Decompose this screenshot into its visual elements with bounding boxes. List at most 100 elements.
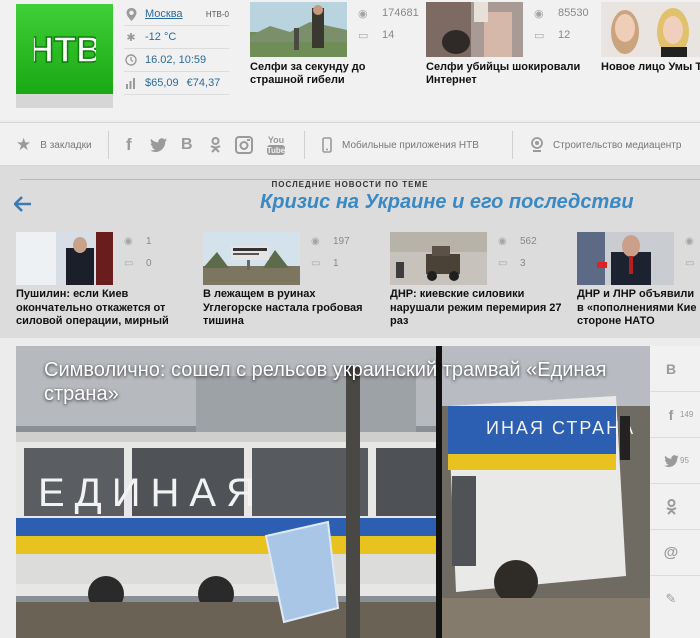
odnoklassniki-link[interactable]: [210, 123, 221, 167]
city-link[interactable]: Москва: [145, 8, 206, 20]
news-title-link[interactable]: ДНР: киевские силовики нарушали режим пе…: [390, 288, 562, 329]
comment-icon: ▭: [498, 257, 508, 269]
featured-story[interactable]: ЕДИНАЯ ИНАЯ СТРАНА Символично: сошел с р…: [16, 346, 650, 638]
ntv-logo[interactable]: НТВ: [16, 4, 113, 94]
comments-count: 3: [520, 257, 526, 269]
location-icon: [124, 7, 138, 21]
eye-icon: ◉: [311, 235, 320, 247]
news-title-link[interactable]: Пушилин: если Киев окончательно откажетс…: [16, 288, 188, 329]
vk-icon: В: [665, 360, 677, 377]
news-thumbnail[interactable]: [390, 232, 487, 285]
share-twitter-button[interactable]: 95: [650, 438, 700, 484]
comments-count: 12: [558, 29, 571, 41]
section-label: ПОСЛЕДНИЕ НОВОСТИ ПО ТЕМЕ: [0, 174, 700, 192]
info-panel: Москва НТВ-0 ✱ -12 °C 16.02, 10:59 $65,0…: [124, 3, 229, 95]
snowflake-icon: ✱: [126, 31, 136, 44]
comment-icon: ▭: [124, 257, 134, 269]
views-count: 562: [520, 235, 537, 247]
media-center-link[interactable]: Строительство медиацентр: [530, 123, 700, 167]
news-thumbnail[interactable]: [577, 232, 674, 285]
bookmarks-label: В закладки: [40, 139, 92, 151]
comment-icon: ▭: [311, 257, 321, 269]
eye-icon: ◉: [124, 235, 133, 247]
news-stats: ◉ 1 ▭ 0: [124, 230, 152, 274]
tram-lettering: ЕДИНАЯ: [38, 471, 265, 515]
news-stats: ◉ 174681 ▭ 14: [358, 2, 419, 46]
divider: [304, 131, 305, 159]
divider: [108, 131, 109, 159]
usd-rate: $65,09: [145, 77, 179, 89]
currency-row: $65,09 €74,37: [124, 72, 229, 95]
youtube-link[interactable]: You Tube: [266, 123, 286, 167]
twitter-icon: [650, 454, 680, 467]
share-sidebar: В f 149 95 @ ✎: [650, 346, 700, 638]
pin-icon: [530, 137, 544, 153]
twitter-link[interactable]: [150, 123, 167, 167]
logo-shadow: [16, 94, 113, 108]
share-count: 95: [680, 456, 689, 465]
news-stats: ◉ 197 ▭ 1: [311, 230, 350, 274]
views-count: 1: [146, 235, 152, 247]
news-thumbnail[interactable]: [250, 2, 347, 57]
weather-row: ✱ -12 °C: [124, 26, 229, 49]
chart-icon: [124, 76, 138, 90]
facebook-icon: f: [126, 135, 132, 154]
comment-icon: ▭: [534, 29, 545, 42]
news-title-link[interactable]: В лежащем в руинах Углегорске настала гр…: [203, 288, 375, 329]
news-stats: ◉ 562 ▭ 3: [498, 230, 537, 274]
news-thumbnail[interactable]: [16, 232, 113, 285]
featured-title[interactable]: Символично: сошел с рельсов украинский т…: [44, 358, 634, 406]
share-vk-button[interactable]: В: [650, 346, 700, 392]
svg-text:Tube: Tube: [267, 146, 286, 155]
phone-icon: [322, 137, 332, 153]
crisis-section: ПОСЛЕДНИЕ НОВОСТИ ПО ТЕМЕ Кризис на Укра…: [0, 166, 700, 338]
comments-count: 0: [146, 257, 152, 269]
eye-icon: ◉: [498, 235, 507, 247]
share-odnoklassniki-button[interactable]: [650, 484, 700, 530]
media-center-label: Строительство медиацентр: [553, 139, 682, 151]
vk-link[interactable]: В: [181, 123, 193, 167]
eur-rate: €74,37: [186, 77, 221, 89]
comments-count: 14: [382, 29, 395, 41]
vk-icon: В: [181, 136, 193, 153]
share-count: 149: [680, 410, 694, 419]
news-title-link[interactable]: Новое лицо Умы Т: [601, 61, 700, 74]
comment-icon: ▭: [685, 257, 695, 269]
news-thumbnail[interactable]: [203, 232, 300, 285]
city-row[interactable]: Москва НТВ-0: [124, 3, 229, 26]
clock-icon: [124, 53, 138, 67]
datetime: 16.02, 10:59: [145, 54, 207, 66]
twitter-icon: [150, 138, 167, 152]
eye-icon: ◉: [534, 7, 544, 20]
news-title-link[interactable]: ДНР и ЛНР объявили в «пополнениями Кие с…: [577, 288, 700, 328]
facebook-link[interactable]: f: [126, 123, 132, 167]
datetime-row: 16.02, 10:59: [124, 49, 229, 72]
instagram-link[interactable]: [235, 123, 253, 167]
eye-icon: ◉: [685, 235, 694, 247]
news-title-link[interactable]: Селфи убийцы шокировали Интернет: [426, 61, 586, 87]
eye-icon: ◉: [358, 7, 368, 20]
mobile-apps-label: Мобильные приложения НТВ: [342, 139, 479, 151]
views-count: 197: [333, 235, 350, 247]
instagram-icon: [235, 136, 253, 154]
site-header: НТВ Москва НТВ-0 ✱ -12 °C 16.02, 10:59 $…: [0, 0, 700, 120]
views-count: 85530: [558, 7, 589, 19]
topic-title-link[interactable]: Кризис на Украине и его последстви: [260, 191, 634, 214]
share-print-button[interactable]: ✎: [650, 576, 700, 622]
at-icon: @: [663, 544, 679, 561]
news-thumbnail[interactable]: [426, 2, 523, 57]
share-facebook-button[interactable]: f 149: [650, 392, 700, 438]
ntv-logo-mark: НТВ: [34, 30, 96, 68]
star-icon: ★: [16, 135, 32, 154]
share-email-button[interactable]: @: [650, 530, 700, 576]
temperature: -12 °C: [145, 31, 177, 43]
youtube-icon: You Tube: [266, 134, 286, 156]
svg-text:НТВ: НТВ: [34, 30, 96, 68]
mobile-apps-link[interactable]: Мобильные приложения НТВ: [322, 123, 479, 167]
news-thumbnail[interactable]: [601, 2, 700, 57]
arrow-left-icon[interactable]: [13, 196, 32, 217]
svg-text:You: You: [268, 135, 284, 145]
bookmarks-button[interactable]: ★ В закладки: [16, 123, 92, 167]
channel-label: НТВ-0: [205, 9, 229, 19]
news-title-link[interactable]: Селфи за секунду до страшной гибели: [250, 61, 410, 87]
